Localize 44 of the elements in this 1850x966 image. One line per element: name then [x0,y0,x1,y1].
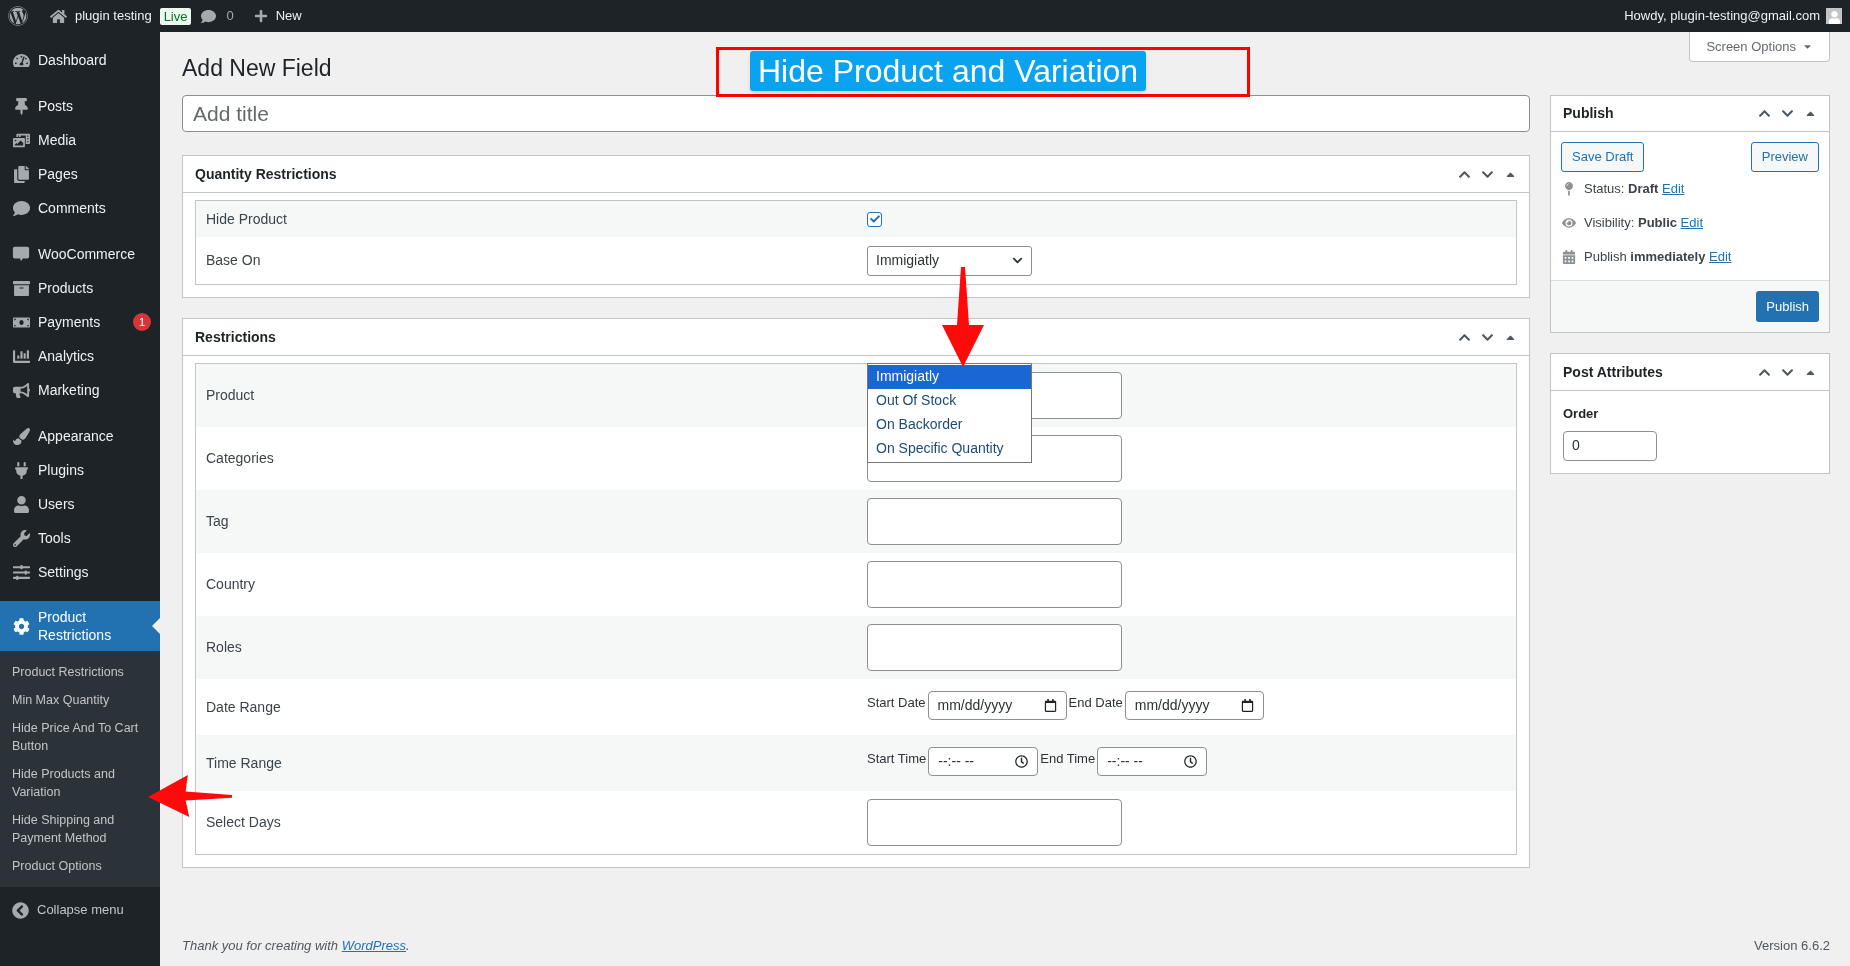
live-badge: Live [159,7,192,25]
footer-text: Thank you for creating with WordPress. [182,937,410,956]
panel-title: Restrictions [195,327,276,347]
order-label: Order [1563,405,1600,423]
field-label: Start Time [867,749,927,768]
field-label: Time Range [205,753,283,773]
menu-label: Tools [38,529,72,547]
page-title: Add New Field [182,54,332,83]
menu-label: Pages [38,165,79,183]
menu-label: Marketing [38,381,101,399]
field-label: Country [205,575,257,594]
menu-label: Posts [38,97,74,115]
menu-label: Plugins [38,461,85,479]
field-label: End Time [1040,749,1096,768]
version-text: Version 6.6.2 [1754,937,1830,956]
panel-title: Post Attributes [1563,362,1663,382]
menu-label: Settings [38,563,90,581]
field-label: Hide Product [205,209,288,229]
menu-label: Media [38,131,78,149]
menu-label: Product Restrictions [38,608,113,644]
menu-label: Products [38,279,95,297]
menu-label: Payments [38,313,102,331]
publish-meta-text: Status: Draft Edit [1584,180,1685,199]
panel-title: Quantity Restrictions [195,164,337,184]
menu-label: Analytics [38,347,96,365]
field-label: Select Days [205,813,282,832]
menu-label: Appearance [38,427,115,445]
field-label: Roles [205,638,243,657]
publish-meta-text: Visibility: Public Edit [1584,214,1703,233]
menu-label: Comments [38,199,107,217]
field-label: End Date [1068,693,1123,712]
field-label: Tag [205,512,230,531]
menu-label: Dashboard [38,51,108,69]
field-label: Date Range [205,697,282,717]
menu-label: WooCommerce [38,245,133,263]
annotation-label: Hide Product and Variation [750,51,1147,91]
field-label: Product [205,386,256,405]
panel-title: Publish [1563,104,1614,123]
count-badge: 1 [133,313,151,331]
field-label: Start Date [867,693,926,712]
field-label: Base On [205,251,262,270]
field-label: Categories [205,449,275,468]
menu-label: Users [38,495,76,513]
publish-meta-text: Publish immediately Edit [1584,248,1732,267]
